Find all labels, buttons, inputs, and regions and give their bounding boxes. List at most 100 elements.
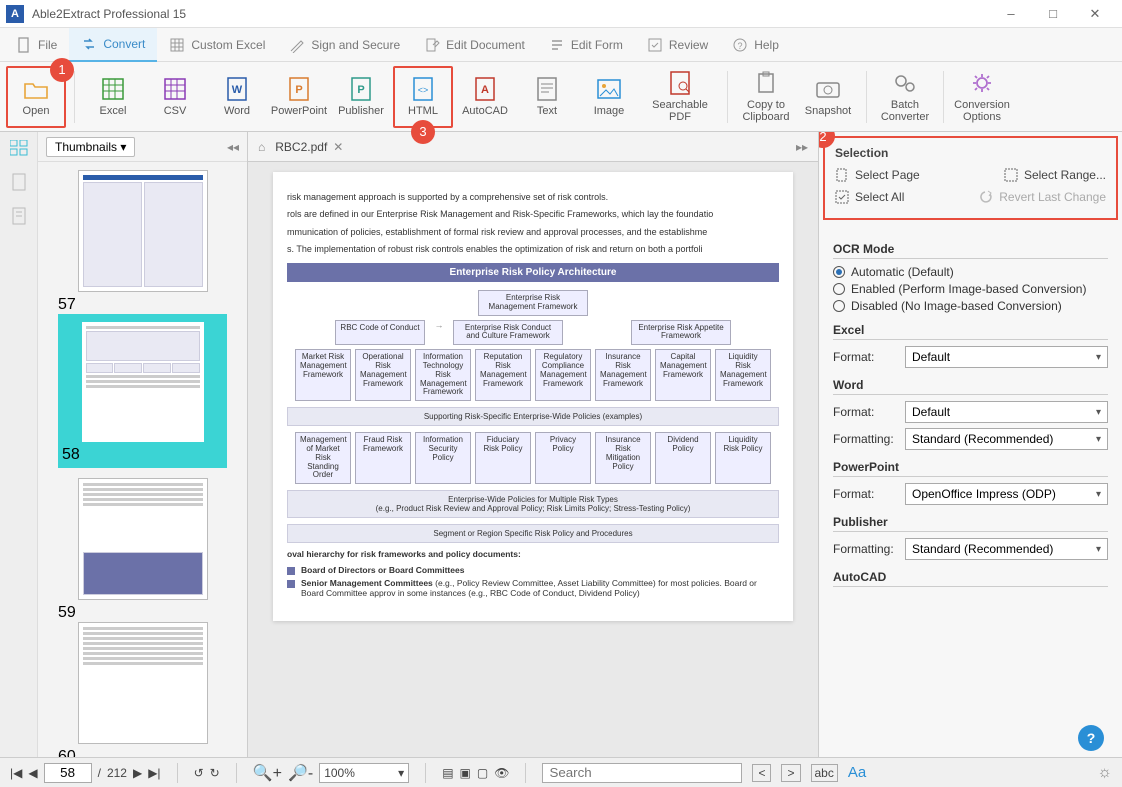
menu-convert[interactable]: Convert — [69, 28, 157, 62]
ocr-enabled-radio[interactable]: Enabled (Perform Image-based Conversion) — [833, 282, 1108, 296]
pp-format-value: OpenOffice Impress (ODP) — [912, 487, 1056, 501]
bookmark-icon[interactable] — [9, 174, 29, 190]
ribbon-text[interactable]: Text — [517, 66, 577, 128]
excel-format-combo[interactable]: Default▾ — [905, 346, 1108, 368]
menu-bar: File Convert Custom Excel Sign and Secur… — [0, 28, 1122, 62]
ribbon-searchable-pdf[interactable]: Searchable PDF — [641, 66, 719, 128]
ribbon-autocad[interactable]: AAutoCAD — [455, 66, 515, 128]
fit-page-button[interactable]: ▣ — [460, 766, 471, 780]
conversion-options-panel: OCR Mode Automatic (Default) Enabled (Pe… — [819, 224, 1122, 757]
bullet-square-icon — [287, 567, 295, 575]
expand-tabs-icon[interactable]: ▸▸ — [796, 140, 808, 154]
ocr-auto-radio[interactable]: Automatic (Default) — [833, 265, 1108, 279]
close-tab-icon[interactable]: ✕ — [333, 140, 343, 154]
chevron-down-icon: ▾ — [1096, 352, 1101, 363]
rotate-left-button[interactable]: ↺ — [194, 766, 204, 780]
case-sensitive-toggle[interactable]: Aa — [848, 764, 866, 781]
framework-node: Regulatory Compliance Management Framewo… — [535, 349, 591, 401]
attachment-icon[interactable] — [9, 208, 29, 224]
thumb-58[interactable] — [78, 318, 208, 446]
ribbon-copy-clipboard[interactable]: Copy to Clipboard — [736, 66, 796, 128]
ocr-auto-label: Automatic (Default) — [851, 265, 954, 279]
whole-word-toggle[interactable]: abc — [811, 764, 838, 782]
ribbon-excel[interactable]: Excel — [83, 66, 143, 128]
ribbon-snapshot[interactable]: Snapshot — [798, 66, 858, 128]
search-next-button[interactable]: > — [781, 764, 800, 782]
ribbon-conversion-options[interactable]: Conversion Options — [952, 66, 1012, 128]
word-formatting-label: Formatting: — [833, 432, 897, 446]
policy-node: Liquidity Risk Policy — [715, 432, 771, 484]
document-view[interactable]: risk management approach is supported by… — [248, 162, 818, 757]
prev-page-button[interactable]: ◀ — [28, 766, 37, 780]
select-all-button[interactable]: Select All — [835, 190, 904, 204]
page-total: 212 — [107, 766, 127, 780]
page-number-input[interactable] — [44, 763, 92, 783]
select-range-button[interactable]: Select Range... — [1004, 168, 1106, 182]
selection-heading: Selection — [835, 146, 1106, 160]
actual-size-button[interactable]: ▢ — [477, 766, 488, 780]
zoom-combo[interactable]: 100%▾ — [319, 763, 409, 783]
fit-width-button[interactable]: ▤ — [442, 766, 453, 780]
first-page-button[interactable]: |◀ — [10, 766, 22, 780]
app-icon: A — [6, 5, 24, 23]
maximize-button[interactable]: □ — [1032, 0, 1074, 28]
menu-sign-secure[interactable]: Sign and Secure — [277, 28, 412, 62]
ribbon-publisher[interactable]: PPublisher — [331, 66, 391, 128]
menu-edit-document[interactable]: Edit Document — [412, 28, 537, 62]
home-tab-icon[interactable]: ⌂ — [258, 140, 265, 154]
pp-format-label: Format: — [833, 487, 897, 501]
row-policies: Management of Market Risk Standing Order… — [287, 432, 779, 484]
page-sep: / — [98, 766, 101, 780]
ribbon-open[interactable]: 1 Open — [6, 66, 66, 128]
select-page-button[interactable]: Select Page — [835, 168, 920, 182]
thumbnails-view-icon[interactable] — [9, 140, 29, 156]
zoom-out-button[interactable]: 🔎- — [288, 763, 313, 783]
menu-file[interactable]: File — [4, 28, 69, 62]
ribbon-batch[interactable]: Batch Converter — [875, 66, 935, 128]
ribbon-acad-label: AutoCAD — [462, 106, 508, 118]
band-2: Enterprise-Wide Policies for Multiple Ri… — [287, 490, 779, 518]
radio-icon — [833, 283, 845, 295]
ocr-disabled-radio[interactable]: Disabled (No Image-based Conversion) — [833, 299, 1108, 313]
next-page-button[interactable]: ▶ — [133, 766, 142, 780]
ribbon-csv[interactable]: CSV — [145, 66, 205, 128]
menu-review[interactable]: Review — [635, 28, 720, 62]
thumb-59[interactable] — [78, 478, 208, 600]
pp-format-combo[interactable]: OpenOffice Impress (ODP)▾ — [905, 483, 1108, 505]
ribbon-pub-label: Publisher — [338, 106, 384, 118]
minimize-button[interactable]: – — [990, 0, 1032, 28]
pub-formatting-combo[interactable]: Standard (Recommended)▾ — [905, 538, 1108, 560]
ribbon-image-label: Image — [594, 106, 625, 118]
close-button[interactable]: ✕ — [1074, 0, 1116, 28]
thumbnails-dropdown[interactable]: Thumbnails ▾ — [46, 137, 135, 157]
search-prev-button[interactable]: < — [752, 764, 771, 782]
menu-custom-excel[interactable]: Custom Excel — [157, 28, 277, 62]
ribbon-html[interactable]: <> HTML 3 — [393, 66, 453, 128]
page-content: risk management approach is supported by… — [273, 172, 793, 621]
word-formatting-combo[interactable]: Standard (Recommended)▾ — [905, 428, 1108, 450]
search-input[interactable] — [542, 763, 742, 783]
word-format-combo[interactable]: Default▾ — [905, 401, 1108, 423]
ribbon-powerpoint[interactable]: PPowerPoint — [269, 66, 329, 128]
annotation-badge-2: 2 — [818, 132, 835, 148]
thumb-60[interactable] — [78, 622, 208, 744]
view-mode-button[interactable]: 👁 — [494, 766, 509, 780]
rotate-right-button[interactable]: ↻ — [210, 766, 220, 780]
help-fab[interactable]: ? — [1078, 725, 1104, 751]
menu-convert-label: Convert — [103, 37, 145, 51]
theme-toggle-icon[interactable]: ☼ — [1097, 764, 1112, 782]
ribbon-word[interactable]: WWord — [207, 66, 267, 128]
menu-help[interactable]: ?Help — [720, 28, 791, 62]
menu-edit-form[interactable]: Edit Form — [537, 28, 635, 62]
bullet-1: Board of Directors or Board Committees — [301, 565, 464, 575]
thumbnails-list[interactable]: 57 58 59 60 — [38, 162, 247, 757]
ribbon-image[interactable]: Image — [579, 66, 639, 128]
thumb-60-label: 60 — [58, 748, 227, 757]
zoom-in-button[interactable]: 🔍+ — [253, 763, 282, 783]
svg-text:P: P — [295, 84, 302, 96]
thumb-57[interactable] — [78, 170, 208, 292]
last-page-button[interactable]: ▶| — [148, 766, 160, 780]
bullet-2a: Senior Management Committees — [301, 578, 433, 588]
collapse-thumbnails-icon[interactable]: ◂◂ — [227, 140, 239, 154]
document-tab[interactable]: RBC2.pdf ✕ — [275, 140, 343, 154]
